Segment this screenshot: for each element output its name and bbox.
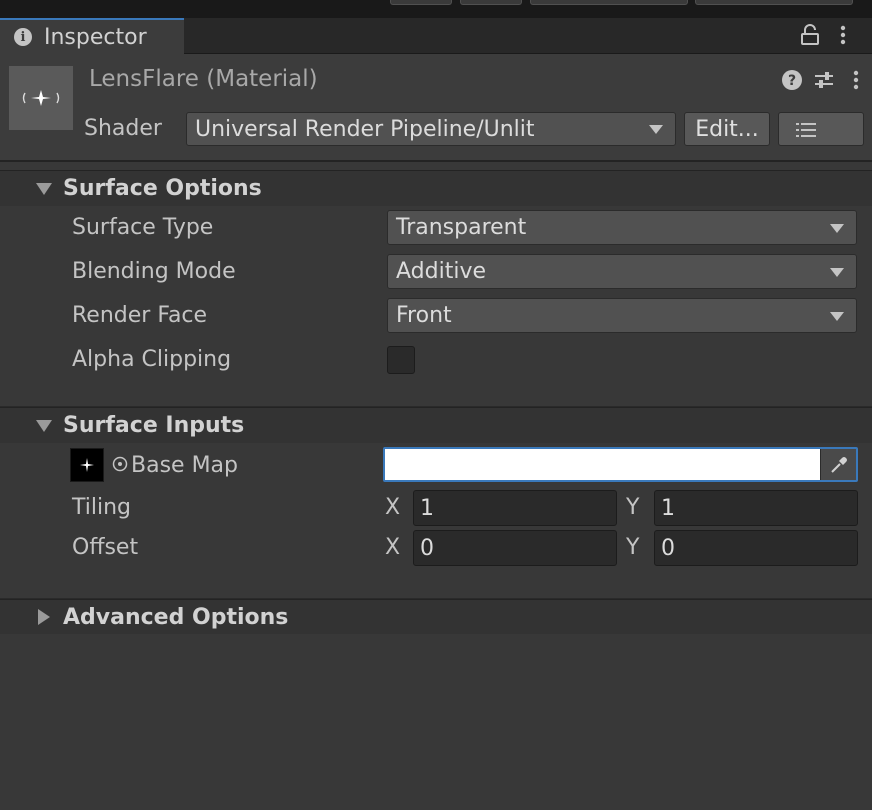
shader-label: Shader <box>84 116 162 141</box>
blending-mode-dropdown[interactable]: Additive <box>387 254 857 289</box>
base-map-color-field[interactable] <box>383 447 858 482</box>
inspector-empty-area <box>0 634 872 810</box>
surface-type-label: Surface Type <box>72 215 214 240</box>
tab-strip: i Inspector <box>0 18 872 54</box>
offset-x-input[interactable]: 0 <box>413 530 617 566</box>
blending-mode-label: Blending Mode <box>72 259 236 284</box>
alpha-clipping-checkbox[interactable] <box>387 346 415 374</box>
offset-label: Offset <box>72 535 139 560</box>
editor-toolbar-strip <box>0 0 872 18</box>
render-face-label: Render Face <box>72 303 208 328</box>
tiling-label: Tiling <box>72 495 132 520</box>
shader-menu-button[interactable] <box>778 112 864 146</box>
surface-type-dropdown[interactable]: Transparent <box>387 210 857 245</box>
section-surface-inputs[interactable]: Surface Inputs <box>0 407 872 443</box>
blending-mode-value: Additive <box>396 259 486 284</box>
more-options-icon[interactable] <box>836 24 850 46</box>
section-title: Surface Options <box>63 176 262 201</box>
base-map-thumbnail[interactable] <box>70 448 104 482</box>
eyedropper-icon <box>830 456 847 473</box>
offset-y-input[interactable]: 0 <box>654 530 858 566</box>
alpha-clipping-label: Alpha Clipping <box>72 347 232 372</box>
star-icon <box>80 458 94 472</box>
toolbar-button-stub[interactable] <box>390 0 452 5</box>
tiling-x-label: X <box>385 495 401 520</box>
shader-value: Universal Render Pipeline/Unlit <box>195 116 535 142</box>
tab-inspector[interactable]: i Inspector <box>0 18 184 54</box>
edit-shader-button[interactable]: Edit... <box>684 112 770 146</box>
foldout-arrow-icon[interactable] <box>36 183 52 195</box>
material-title: LensFlare (Material) <box>89 66 318 92</box>
toolbar-button-stub[interactable] <box>530 0 688 5</box>
chevron-down-icon <box>649 125 663 134</box>
foldout-arrow-icon[interactable] <box>36 420 52 432</box>
eyedropper-button[interactable] <box>820 449 856 480</box>
section-surface-options[interactable]: Surface Options <box>0 170 872 206</box>
lens-flare-icon <box>22 90 60 106</box>
toolbar-button-stub[interactable] <box>460 0 522 5</box>
chevron-down-icon <box>830 311 844 321</box>
offset-y-label: Y <box>626 535 640 560</box>
section-title: Surface Inputs <box>63 413 245 438</box>
help-icon[interactable]: ? <box>782 70 802 90</box>
section-title: Advanced Options <box>63 605 289 630</box>
material-preview[interactable] <box>9 66 73 130</box>
foldout-arrow-icon[interactable] <box>38 609 50 625</box>
surface-type-value: Transparent <box>396 215 527 240</box>
toolbar-button-stub[interactable] <box>695 0 853 5</box>
shader-dropdown[interactable]: Universal Render Pipeline/Unlit <box>186 112 676 146</box>
material-header: LensFlare (Material) ? Shader Universal … <box>0 54 872 162</box>
base-map-label: Base Map <box>131 453 238 478</box>
more-options-icon[interactable] <box>850 69 862 91</box>
section-advanced-options[interactable]: Advanced Options <box>0 599 872 635</box>
preset-sliders-icon[interactable] <box>813 69 835 91</box>
chevron-down-icon <box>830 223 844 233</box>
target-icon[interactable] <box>112 456 128 472</box>
tab-label: Inspector <box>44 24 147 50</box>
chevron-down-icon <box>830 267 844 277</box>
offset-x-label: X <box>385 535 401 560</box>
tiling-x-input[interactable]: 1 <box>413 490 617 526</box>
lock-icon[interactable] <box>800 24 820 46</box>
tiling-y-input[interactable]: 1 <box>654 490 858 526</box>
render-face-dropdown[interactable]: Front <box>387 298 857 333</box>
render-face-value: Front <box>396 303 452 328</box>
tiling-y-label: Y <box>626 495 640 520</box>
info-icon: i <box>14 28 32 46</box>
svg-text:?: ? <box>788 73 796 89</box>
list-icon <box>796 123 816 137</box>
